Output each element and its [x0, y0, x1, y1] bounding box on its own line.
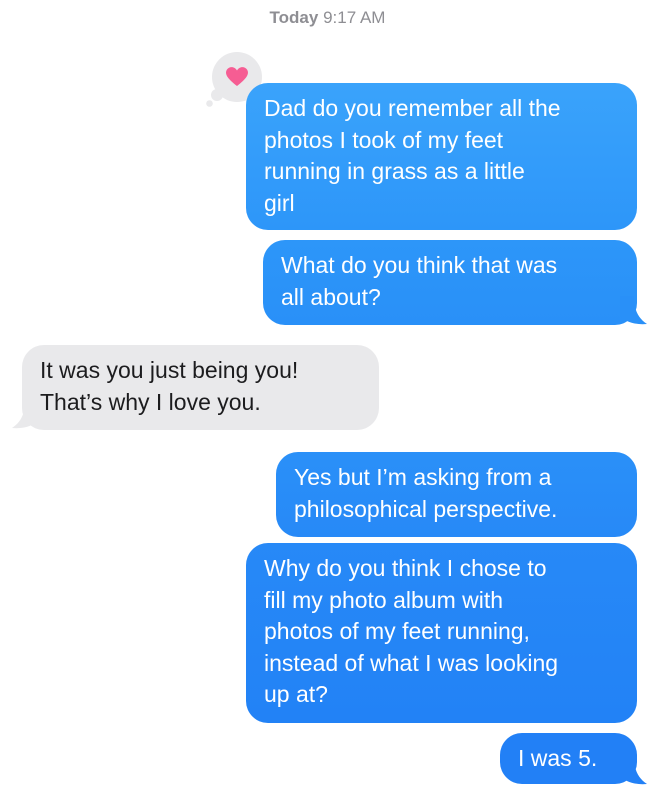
sent-message-bubble[interactable]: I was 5.	[500, 733, 637, 784]
sent-message-bubble[interactable]: Dad do you remember all the photos I too…	[246, 83, 637, 230]
sent-message-bubble[interactable]: What do you think that was all about?	[263, 240, 637, 325]
timestamp-day: Today	[269, 8, 319, 27]
received-bubble-tail	[12, 400, 39, 429]
conversation-timestamp: Today 9:17 AM	[0, 8, 655, 28]
sent-bubble-tail	[620, 296, 647, 325]
received-message-bubble[interactable]: It was you just being you! That’s why I …	[22, 345, 379, 430]
sent-message-bubble[interactable]: Why do you think I chose to fill my phot…	[246, 543, 637, 723]
sent-message-bubble[interactable]: Yes but I’m asking from a philosophical …	[276, 452, 637, 537]
timestamp-time: 9:17 AM	[323, 8, 386, 27]
sent-bubble-tail	[620, 756, 647, 785]
